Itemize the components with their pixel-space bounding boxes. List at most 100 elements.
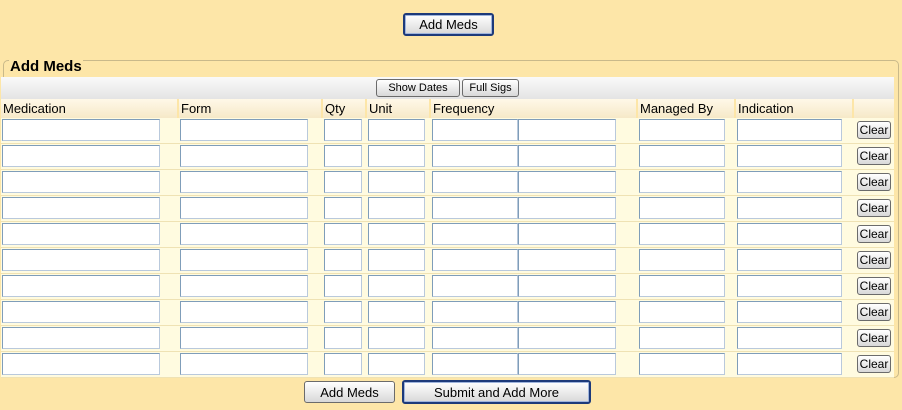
frequency-input[interactable]	[432, 249, 518, 271]
medication-input[interactable]	[2, 327, 160, 349]
medication-input[interactable]	[2, 171, 160, 193]
frequency-detail-input[interactable]	[518, 119, 616, 141]
managed-by-input[interactable]	[639, 171, 725, 193]
medication-input[interactable]	[2, 145, 160, 167]
form-input[interactable]	[180, 223, 308, 245]
frequency-input[interactable]	[432, 223, 518, 245]
qty-input[interactable]	[324, 171, 362, 193]
medication-input[interactable]	[2, 119, 160, 141]
managed-by-input[interactable]	[639, 145, 725, 167]
form-input[interactable]	[180, 275, 308, 297]
clear-row-button[interactable]: Clear	[857, 173, 891, 191]
indication-input[interactable]	[737, 171, 842, 193]
form-input[interactable]	[180, 145, 308, 167]
clear-row-button[interactable]: Clear	[857, 303, 891, 321]
frequency-input[interactable]	[432, 171, 518, 193]
qty-input[interactable]	[324, 249, 362, 271]
form-input[interactable]	[180, 327, 308, 349]
unit-input[interactable]	[368, 249, 425, 271]
form-input[interactable]	[180, 249, 308, 271]
clear-row-button[interactable]: Clear	[857, 355, 891, 373]
managed-by-input[interactable]	[639, 301, 725, 323]
frequency-detail-input[interactable]	[518, 275, 616, 297]
frequency-input[interactable]	[432, 301, 518, 323]
unit-input[interactable]	[368, 119, 425, 141]
frequency-detail-input[interactable]	[518, 197, 616, 219]
form-input[interactable]	[180, 171, 308, 193]
frequency-detail-input[interactable]	[518, 353, 616, 375]
qty-input[interactable]	[324, 275, 362, 297]
managed-by-input[interactable]	[639, 223, 725, 245]
frequency-detail-input[interactable]	[518, 327, 616, 349]
managed-by-input[interactable]	[639, 119, 725, 141]
frequency-detail-input[interactable]	[518, 171, 616, 193]
frequency-input[interactable]	[432, 119, 518, 141]
unit-input[interactable]	[368, 197, 425, 219]
medication-input[interactable]	[2, 301, 160, 323]
qty-input[interactable]	[324, 197, 362, 219]
clear-row-button[interactable]: Clear	[857, 277, 891, 295]
frequency-input[interactable]	[432, 353, 518, 375]
unit-input[interactable]	[368, 171, 425, 193]
clear-row-button[interactable]: Clear	[857, 147, 891, 165]
unit-input[interactable]	[368, 301, 425, 323]
frequency-input[interactable]	[432, 197, 518, 219]
unit-input[interactable]	[368, 327, 425, 349]
clear-row-button[interactable]: Clear	[857, 329, 891, 347]
form-input[interactable]	[180, 353, 308, 375]
frequency-input[interactable]	[432, 275, 518, 297]
show-dates-button[interactable]: Show Dates	[376, 79, 460, 97]
medication-input[interactable]	[2, 353, 160, 375]
column-header-managed-by: Managed By	[638, 99, 734, 118]
frequency-detail-input[interactable]	[518, 145, 616, 167]
medication-input[interactable]	[2, 249, 160, 271]
frequency-input[interactable]	[432, 145, 518, 167]
qty-input[interactable]	[324, 119, 362, 141]
frequency-detail-input[interactable]	[518, 249, 616, 271]
indication-input[interactable]	[737, 353, 842, 375]
managed-by-input[interactable]	[639, 353, 725, 375]
form-input[interactable]	[180, 119, 308, 141]
form-input[interactable]	[180, 197, 308, 219]
managed-by-input[interactable]	[639, 327, 725, 349]
add-meds-top-button[interactable]: Add Meds	[403, 13, 494, 36]
indication-input[interactable]	[737, 249, 842, 271]
indication-input[interactable]	[737, 145, 842, 167]
column-header-qty: Qty	[323, 99, 365, 118]
qty-input[interactable]	[324, 353, 362, 375]
indication-input[interactable]	[737, 275, 842, 297]
add-meds-bottom-button[interactable]: Add Meds	[304, 381, 395, 403]
column-header-actions	[854, 99, 894, 118]
clear-row-button[interactable]: Clear	[857, 251, 891, 269]
frequency-input[interactable]	[432, 327, 518, 349]
clear-row-button[interactable]: Clear	[857, 199, 891, 217]
indication-input[interactable]	[737, 197, 842, 219]
frequency-detail-input[interactable]	[518, 301, 616, 323]
indication-input[interactable]	[737, 223, 842, 245]
indication-input[interactable]	[737, 327, 842, 349]
section-legend: Add Meds	[9, 58, 83, 75]
clear-row-button[interactable]: Clear	[857, 225, 891, 243]
full-sigs-button[interactable]: Full Sigs	[462, 79, 519, 97]
indication-input[interactable]	[737, 119, 842, 141]
unit-input[interactable]	[368, 223, 425, 245]
medication-input[interactable]	[2, 275, 160, 297]
managed-by-input[interactable]	[639, 197, 725, 219]
form-input[interactable]	[180, 301, 308, 323]
submit-and-add-more-button[interactable]: Submit and Add More	[402, 380, 591, 404]
medication-input[interactable]	[2, 223, 160, 245]
qty-input[interactable]	[324, 145, 362, 167]
qty-input[interactable]	[324, 223, 362, 245]
unit-input[interactable]	[368, 275, 425, 297]
unit-input[interactable]	[368, 353, 425, 375]
unit-input[interactable]	[368, 145, 425, 167]
indication-input[interactable]	[737, 301, 842, 323]
managed-by-input[interactable]	[639, 249, 725, 271]
clear-row-button[interactable]: Clear	[857, 121, 891, 139]
medication-input[interactable]	[2, 197, 160, 219]
qty-input[interactable]	[324, 327, 362, 349]
frequency-detail-input[interactable]	[518, 223, 616, 245]
qty-input[interactable]	[324, 301, 362, 323]
managed-by-input[interactable]	[639, 275, 725, 297]
column-header-medication: Medication	[1, 99, 177, 118]
